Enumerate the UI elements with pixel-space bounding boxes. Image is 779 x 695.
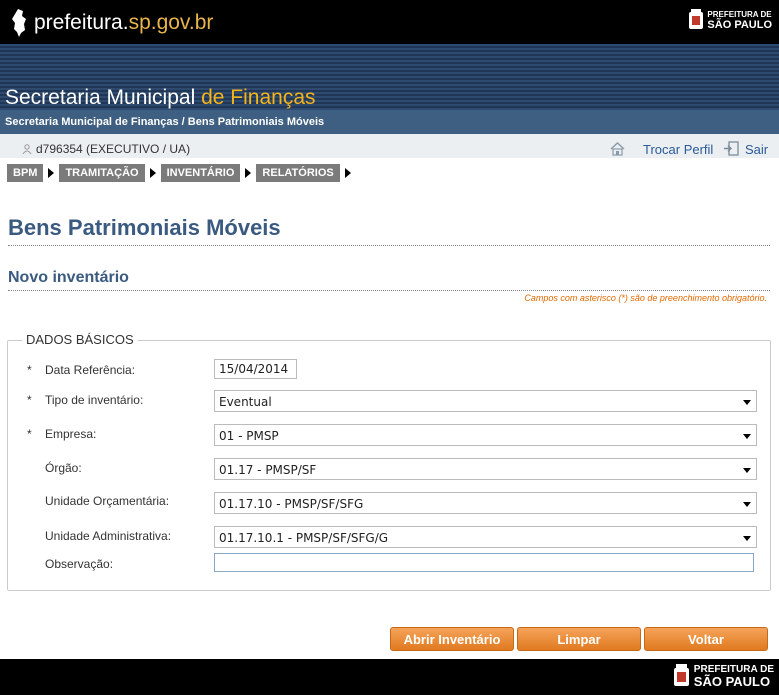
orgao-label: Órgão: — [45, 461, 82, 475]
unidade-orcamentaria-select[interactable]: 01.17.10 - PMSP/SF/SFG — [214, 492, 757, 514]
required-marker: * — [27, 363, 32, 377]
prefeitura-logo: PREFEITURA DE SÃO PAULO — [688, 9, 772, 31]
required-note: Campos com asterisco (*) são de preenchi… — [524, 293, 767, 303]
menu-arrow-icon — [149, 168, 156, 178]
menu-item-inventario[interactable]: INVENTÁRIO — [160, 164, 241, 182]
trocar-perfil-link[interactable]: Trocar Perfil — [643, 142, 713, 157]
city-seal-icon — [673, 664, 689, 686]
fieldset-legend: DADOS BÁSICOS — [22, 332, 138, 347]
main-menu: BPM TRAMITAÇÃO INVENTÁRIO RELATÓRIOS — [7, 164, 356, 182]
menu-item-bpm[interactable]: BPM — [7, 164, 44, 182]
tipo-inventario-value: Eventual — [219, 395, 272, 409]
chevron-down-icon — [743, 468, 751, 473]
secretaria-title: Secretaria Municipal de Finanças — [5, 86, 316, 109]
menu-arrow-icon — [344, 168, 351, 178]
page-subtitle: Novo inventário — [8, 269, 129, 286]
menu-arrow-icon — [48, 168, 55, 178]
user-bar: d796354 (EXECUTIVO / UA) Trocar Perfil S… — [0, 134, 779, 158]
top-header: prefeitura.sp.gov.br PREFEITURA DE SÃO PA… — [0, 0, 779, 44]
menu-item-relatorios[interactable]: RELATÓRIOS — [256, 164, 340, 182]
footer-brand-line2: SÃO PAULO — [693, 674, 771, 689]
chevron-down-icon — [743, 400, 751, 405]
unidade-administrativa-label: Unidade Administrativa: — [45, 529, 172, 543]
home-icon[interactable] — [610, 142, 625, 156]
observacao-label: Observação: — [45, 557, 114, 571]
empresa-select[interactable]: 01 - PMSP — [214, 424, 757, 446]
exit-icon[interactable] — [723, 141, 740, 156]
orgao-value: 01.17 - PMSP/SF — [219, 463, 317, 477]
divider — [8, 245, 770, 246]
secretaria-banner: Secretaria Municipal de Finanças — [0, 44, 779, 110]
city-seal-icon — [689, 9, 704, 29]
unidade-administrativa-value: 01.17.10.1 - PMSP/SF/SFG/G — [219, 531, 389, 545]
breadcrumb-text: Secretaria Municipal de Finanças / Bens … — [5, 116, 325, 128]
portal-logo[interactable]: prefeitura.sp.gov.br — [10, 8, 213, 38]
abrir-inventario-button[interactable]: Abrir Inventário — [390, 627, 514, 651]
menu-arrow-icon — [245, 168, 252, 178]
chevron-down-icon — [743, 434, 751, 439]
breadcrumb: Secretaria Municipal de Finanças / Bens … — [0, 110, 779, 141]
menu-item-tramitacao[interactable]: TRAMITAÇÃO — [59, 164, 145, 182]
orgao-select[interactable]: 01.17 - PMSP/SF — [214, 458, 757, 480]
required-marker: * — [27, 427, 32, 441]
data-referencia-label: Data Referência: — [45, 363, 136, 377]
user-info: d796354 (EXECUTIVO / UA) — [22, 142, 190, 156]
user-label: d796354 (EXECUTIVO / UA) — [36, 142, 191, 156]
divider — [8, 290, 770, 291]
required-marker: * — [27, 393, 32, 407]
portal-name: prefeitura.sp.gov.br — [34, 11, 214, 34]
data-referencia-input[interactable]: 15/04/2014 — [214, 359, 297, 379]
footer-logo: PREFEITURA DE SÃO PAULO — [673, 664, 774, 688]
chevron-down-icon — [743, 536, 751, 541]
tipo-inventario-label: Tipo de inventário: — [45, 393, 144, 407]
tipo-inventario-select[interactable]: Eventual — [214, 390, 757, 412]
page-title: Bens Patrimoniais Móveis — [8, 215, 281, 240]
sair-link[interactable]: Sair — [745, 142, 768, 157]
footer: PREFEITURA DE SÃO PAULO — [0, 659, 779, 695]
voltar-button[interactable]: Voltar — [644, 627, 768, 651]
chevron-down-icon — [743, 502, 751, 507]
unidade-administrativa-select[interactable]: 01.17.10.1 - PMSP/SF/SFG/G — [214, 526, 757, 548]
empresa-label: Empresa: — [45, 427, 97, 441]
sp-map-icon — [12, 9, 26, 37]
limpar-button[interactable]: Limpar — [517, 627, 641, 651]
unidade-orcamentaria-label: Unidade Orçamentária: — [45, 494, 170, 508]
unidade-orcamentaria-value: 01.17.10 - PMSP/SF/SFG — [219, 497, 364, 511]
observacao-input[interactable] — [214, 553, 754, 572]
brand-line2: SÃO PAULO — [707, 19, 772, 31]
user-icon — [22, 144, 32, 154]
empresa-value: 01 - PMSP — [219, 429, 279, 443]
